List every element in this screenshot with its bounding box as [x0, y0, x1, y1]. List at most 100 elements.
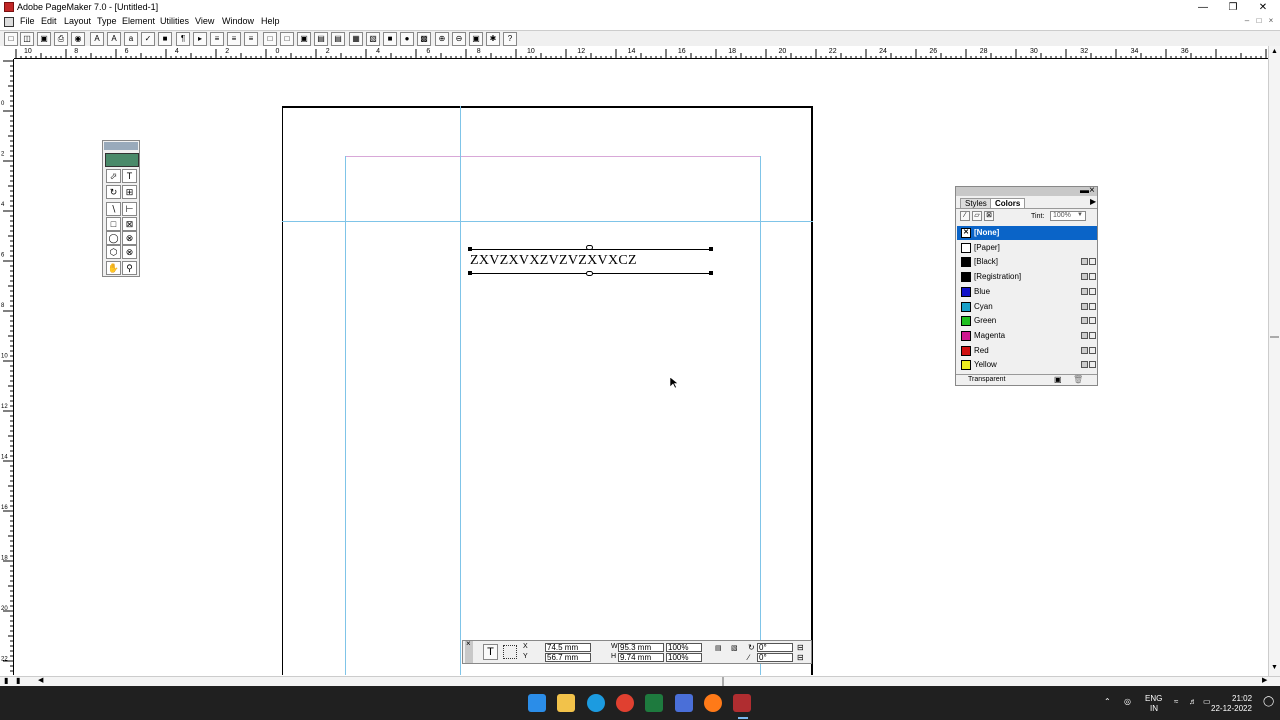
clock-time[interactable]: 21:02 — [1232, 694, 1252, 703]
control-close-icon[interactable]: × — [466, 639, 471, 648]
constrained-line-tool-icon[interactable]: ⊢ — [122, 202, 137, 216]
align-left-icon[interactable]: ≡ — [227, 32, 241, 46]
microphone-icon[interactable]: ◎ — [1124, 697, 1131, 706]
color-row[interactable]: Cyan — [957, 300, 1097, 314]
menu-utilities[interactable]: Utilities — [160, 16, 189, 26]
ungroup-icon[interactable]: ▤ — [331, 32, 345, 46]
text-handle-br[interactable] — [709, 271, 713, 275]
both-icon[interactable]: ⊠ — [984, 211, 994, 221]
file-explorer-icon[interactable] — [557, 694, 575, 712]
horizontal-scrollbar[interactable]: ▮ ▮ ◀ ▶ — [0, 676, 1280, 686]
color-row[interactable]: Green — [957, 314, 1097, 328]
flip-icon[interactable]: ▧ — [731, 644, 738, 652]
tab-colors[interactable]: Colors — [990, 198, 1026, 208]
print-icon[interactable]: ⎙ — [54, 32, 68, 46]
save-icon[interactable]: ▣ — [37, 32, 51, 46]
arrange-icon[interactable]: ▦ — [349, 32, 363, 46]
scroll-right-icon[interactable]: ▶ — [1262, 676, 1267, 684]
help-icon[interactable]: ? — [503, 32, 517, 46]
horizontal-ruler[interactable]: 10 8 6 4 2 0 2 4 6 8 10 12 14 16 18 20 22 24 26 28 30 32 34 36 — [14, 46, 1268, 59]
pointer-tool-icon[interactable]: ⬀ — [106, 169, 121, 183]
text-handle-tl[interactable] — [468, 247, 472, 251]
text-top-loop[interactable] — [586, 245, 593, 250]
font-size-up-icon[interactable]: A — [107, 32, 121, 46]
reflect-icon[interactable]: ⊟ — [797, 653, 804, 662]
lang-top[interactable]: ENG — [1145, 694, 1162, 703]
text-content[interactable]: ZXVZXVXZVZVZXVXCZ — [470, 253, 637, 269]
calculator-icon[interactable] — [675, 694, 693, 712]
text-bottom-loop[interactable] — [586, 271, 593, 276]
master-page-icon[interactable]: ▮ — [16, 676, 20, 685]
pagemaker-taskbar-icon[interactable] — [733, 694, 751, 712]
clock-date[interactable]: 22-12-2022 — [1211, 704, 1252, 713]
proportional-icon[interactable]: ▤ — [715, 644, 722, 652]
edge-icon[interactable] — [587, 694, 605, 712]
color-row[interactable]: [Black] — [957, 255, 1097, 269]
copy-icon[interactable]: □ — [263, 32, 277, 46]
doc-restore-icon[interactable]: □ — [1253, 16, 1265, 28]
apply-icon[interactable]: ⊟ — [797, 643, 804, 652]
hand-tool-icon[interactable]: ✋ — [106, 261, 121, 275]
document-icon[interactable] — [4, 17, 14, 27]
menu-edit[interactable]: Edit — [41, 16, 57, 26]
rectangle-tool-icon[interactable]: □ — [106, 217, 121, 231]
width-field[interactable]: 95.3 mm — [618, 643, 664, 652]
group-icon[interactable]: ▤ — [314, 32, 328, 46]
palette-menu-icon[interactable]: ▶ — [1090, 197, 1096, 206]
rotation-field[interactable]: 0° — [757, 643, 793, 652]
text-handle-bl[interactable] — [468, 271, 472, 275]
scroll-up-icon[interactable]: ▲ — [1271, 48, 1278, 55]
new-color-icon[interactable]: ▣ — [1054, 375, 1062, 384]
wifi-icon[interactable]: ≈ — [1174, 697, 1178, 706]
chevron-up-icon[interactable]: ⌃ — [1104, 697, 1111, 706]
polygon-frame-tool-icon[interactable]: ⊗ — [122, 245, 137, 259]
font-size-down-icon[interactable]: a — [124, 32, 138, 46]
trash-icon[interactable]: 🗑 — [1073, 375, 1083, 384]
minimize-button[interactable]: — — [1188, 1, 1218, 14]
height-field[interactable]: 9.74 mm — [618, 653, 664, 662]
color-row[interactable]: Blue — [957, 285, 1097, 299]
color-row[interactable]: Magenta — [957, 329, 1097, 343]
text-handle-tr[interactable] — [709, 247, 713, 251]
new-icon[interactable]: □ — [4, 32, 18, 46]
indent-icon[interactable]: ▸ — [193, 32, 207, 46]
open-icon[interactable]: ◫ — [20, 32, 34, 46]
ellipse-tool-icon[interactable]: ◯ — [106, 231, 121, 245]
toolbox-titlebar[interactable] — [104, 142, 138, 150]
text-tool-icon[interactable]: T — [122, 169, 137, 183]
x-position-field[interactable]: 74.5 mm — [545, 643, 591, 652]
scroll-left-icon[interactable]: ◀ — [38, 676, 43, 684]
doc-close-icon[interactable]: × — [1265, 16, 1277, 28]
menu-element[interactable]: Element — [122, 16, 155, 26]
align-right-icon[interactable]: ≡ — [244, 32, 258, 46]
menu-view[interactable]: View — [195, 16, 214, 26]
palette-minimize-icon[interactable]: ▬ — [1080, 185, 1089, 195]
paste-icon[interactable]: □ — [280, 32, 294, 46]
firefox-icon[interactable] — [704, 694, 722, 712]
y-position-field[interactable]: 56.7 mm — [545, 653, 591, 662]
menu-layout[interactable]: Layout — [64, 16, 91, 26]
color-row[interactable]: Yellow — [957, 358, 1097, 372]
palette-titlebar[interactable] — [956, 187, 1097, 196]
actual-size-icon[interactable]: ▣ — [469, 32, 483, 46]
font-icon[interactable]: A — [90, 32, 104, 46]
menu-window[interactable]: Window — [222, 16, 254, 26]
vscroll-thumb[interactable] — [1270, 336, 1279, 338]
wrap-icon[interactable]: ▧ — [366, 32, 380, 46]
lang-bottom[interactable]: IN — [1150, 704, 1158, 713]
scroll-down-icon[interactable]: ▼ — [1271, 664, 1278, 671]
mask-icon[interactable]: ■ — [383, 32, 397, 46]
menu-type[interactable]: Type — [97, 16, 117, 26]
color-icon[interactable]: ● — [400, 32, 414, 46]
scale-height-field[interactable]: 100% — [666, 653, 702, 662]
windows-start-icon[interactable] — [528, 694, 546, 712]
skew-field[interactable]: 0° — [757, 653, 793, 662]
vertical-ruler[interactable]: 0 2 4 6 8 10 12 14 16 18 20 22 — [0, 59, 14, 675]
page-icon[interactable]: ▮ — [4, 676, 8, 685]
rectangle-frame-tool-icon[interactable]: ⊠ — [122, 217, 137, 231]
zoom-out-icon[interactable]: ⊖ — [452, 32, 466, 46]
palette-close-icon[interactable]: × — [1089, 185, 1095, 196]
scale-width-field[interactable]: 100% — [666, 643, 702, 652]
chrome-icon[interactable] — [616, 694, 634, 712]
scroll-thumb[interactable] — [722, 677, 724, 686]
